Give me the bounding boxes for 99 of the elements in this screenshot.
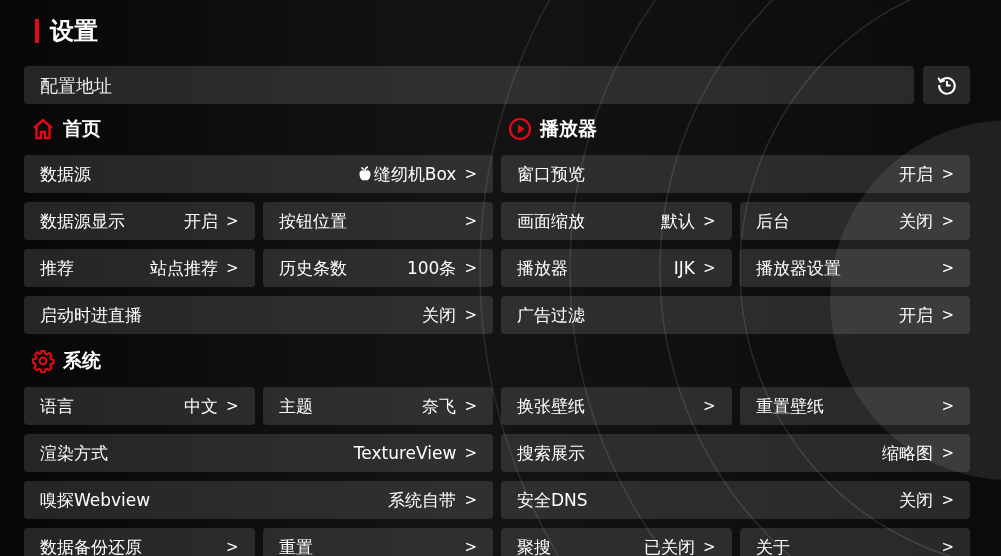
chevron-text: >: [941, 306, 954, 324]
setting-label: 聚搜: [517, 535, 552, 556]
setting-item[interactable]: 画面缩放 默认 >: [501, 202, 732, 240]
home-icon: [31, 116, 55, 141]
section-title: 首页: [63, 115, 101, 141]
setting-label: 数据备份还原: [40, 535, 143, 556]
setting-label: 推荐: [40, 256, 75, 280]
chevron-text: >: [941, 538, 954, 556]
chevron-text: >: [225, 397, 239, 415]
setting-label: 重置壁纸: [755, 394, 825, 418]
setting-label: 数据源: [40, 162, 92, 186]
chevron-text: >: [464, 259, 477, 277]
setting-label: 安全DNS: [517, 488, 589, 512]
setting-value: 开启: [899, 303, 934, 327]
setting-label: 嗅探Webview: [40, 488, 152, 512]
setting-label: 播放器设置: [755, 256, 842, 280]
history-button[interactable]: [923, 66, 970, 104]
setting-value: 开启: [899, 162, 934, 186]
setting-label: 换张壁纸: [517, 394, 586, 418]
setting-item[interactable]: 语言 中文 >: [24, 387, 255, 425]
setting-label: 语言: [40, 394, 75, 418]
setting-label: 主题: [278, 394, 314, 418]
setting-label: 历史条数: [278, 256, 348, 280]
setting-item[interactable]: 播放器设置 >: [739, 249, 970, 287]
setting-value: 奈飞: [422, 394, 457, 418]
setting-value: 中文: [183, 394, 218, 418]
setting-item[interactable]: 启动时进直播 关闭 >: [24, 296, 493, 334]
setting-item[interactable]: 主题 奈飞 >: [262, 387, 493, 425]
setting-label: 按钮位置: [278, 209, 348, 233]
setting-value: 已关闭: [643, 535, 695, 556]
setting-label: 渲染方式: [40, 441, 109, 465]
chevron-text: >: [464, 165, 477, 183]
chevron-text: >: [464, 397, 477, 415]
chevron-text: >: [464, 212, 477, 230]
chevron-text: >: [702, 397, 716, 415]
chevron-text: >: [225, 212, 239, 230]
setting-value: 开启: [183, 209, 218, 233]
setting-label: 窗口预览: [517, 162, 586, 186]
setting-value: 关闭: [899, 209, 934, 233]
setting-item[interactable]: 数据源 缝纫机Box >: [24, 155, 493, 193]
section-title: 播放器: [540, 115, 597, 141]
chevron-text: >: [941, 444, 954, 462]
setting-item[interactable]: 推荐 站点推荐 >: [24, 249, 255, 287]
chevron-text: >: [702, 212, 716, 230]
setting-item[interactable]: 嗅探Webview 系统自带 >: [24, 481, 493, 519]
chevron-text: >: [464, 538, 477, 556]
setting-item[interactable]: 历史条数 100条 >: [262, 249, 493, 287]
play-icon: [508, 116, 532, 141]
page-title: 设置: [50, 16, 98, 47]
chevron-text: >: [702, 538, 716, 556]
setting-item[interactable]: 聚搜 已关闭 >: [501, 528, 732, 556]
chevron-text: >: [941, 165, 954, 183]
chevron-text: >: [464, 491, 477, 509]
setting-item[interactable]: 后台 关闭 >: [739, 202, 970, 240]
chevron-text: >: [464, 306, 477, 324]
setting-value: IJK: [673, 258, 695, 278]
setting-value: 系统自带: [388, 488, 457, 512]
chevron-text: >: [941, 491, 954, 509]
history-icon: [935, 74, 958, 96]
section-title: 系统: [63, 347, 101, 373]
setting-item[interactable]: 换张壁纸 >: [501, 387, 732, 425]
setting-item[interactable]: 重置壁纸 >: [739, 387, 970, 425]
setting-value: 缩略图: [882, 441, 934, 465]
setting-value: 站点推荐: [149, 256, 218, 280]
setting-label: 画面缩放: [517, 209, 586, 233]
chevron-text: >: [941, 397, 954, 415]
setting-item[interactable]: 数据备份还原 >: [24, 528, 255, 556]
setting-label: 重置: [278, 535, 314, 556]
setting-item[interactable]: 关于 >: [739, 528, 970, 556]
setting-label: 搜索展示: [517, 441, 586, 465]
chevron-text: >: [225, 259, 239, 277]
chevron-text: >: [702, 259, 716, 277]
settings-icon: [31, 348, 55, 373]
setting-label: 数据源显示: [40, 209, 126, 233]
setting-label: 后台: [755, 209, 791, 233]
setting-item[interactable]: 广告过滤 开启 >: [501, 296, 970, 334]
chevron-text: >: [225, 538, 239, 556]
setting-item[interactable]: 搜索展示 缩略图 >: [501, 434, 970, 472]
chevron-text: >: [464, 444, 477, 462]
setting-value: 100条: [406, 256, 457, 280]
setting-value: 缝纫机Box: [373, 162, 457, 186]
setting-label: 关于: [755, 535, 791, 556]
setting-item[interactable]: 安全DNS 关闭 >: [501, 481, 970, 519]
setting-item[interactable]: 数据源显示 开启 >: [24, 202, 255, 240]
setting-label: 播放器: [517, 256, 569, 280]
setting-item[interactable]: 重置 >: [262, 528, 493, 556]
setting-item[interactable]: 播放器 IJK >: [501, 249, 732, 287]
setting-item[interactable]: 按钮位置 >: [262, 202, 493, 240]
setting-value: 关闭: [422, 303, 457, 327]
chevron-text: >: [941, 212, 954, 230]
setting-item[interactable]: 渲染方式 TextureView >: [24, 434, 493, 472]
setting-value: 关闭: [899, 488, 934, 512]
setting-label: 启动时进直播: [40, 303, 143, 327]
apple-icon: [357, 166, 372, 182]
setting-value: TextureView: [353, 443, 457, 463]
setting-item[interactable]: 窗口预览 开启 >: [501, 155, 970, 193]
setting-value: 默认: [660, 209, 695, 233]
setting-label: 广告过滤: [517, 303, 586, 327]
chevron-text: >: [941, 259, 954, 277]
